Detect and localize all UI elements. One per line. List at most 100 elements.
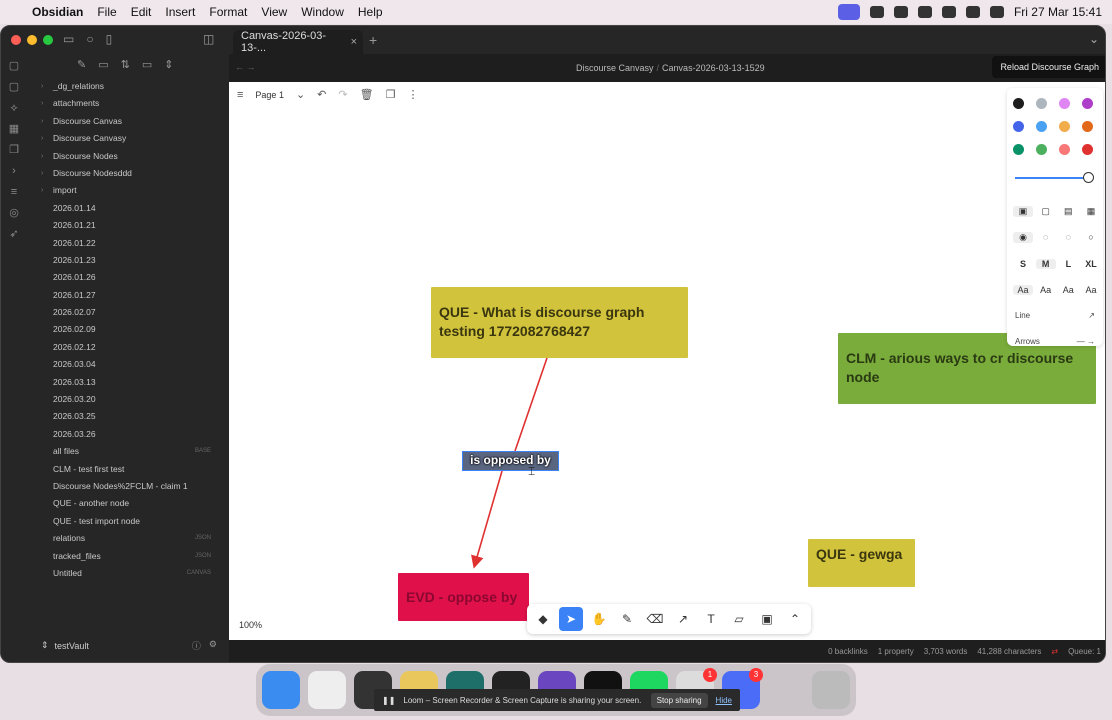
calendar-icon[interactable]: ▢ (8, 60, 20, 72)
menu-format[interactable]: Format (209, 5, 247, 19)
stop-sharing-button[interactable]: Stop sharing (650, 692, 708, 708)
file-item[interactable]: 2026.01.26 (41, 269, 221, 286)
file-item[interactable]: relations JSON (41, 530, 221, 547)
toggle-sidebar-icon[interactable]: ◫ (203, 32, 214, 46)
folder-icon[interactable]: ▭ (63, 32, 74, 46)
draw-tool-icon[interactable]: ✎ (615, 607, 639, 631)
dash-dashed-icon[interactable]: ◌ (1036, 232, 1056, 243)
folder-item[interactable]: › Discourse Canvas (41, 113, 221, 130)
file-item[interactable]: QUE - test import node (41, 513, 221, 530)
folder-item[interactable]: › Discourse Nodesddd (41, 165, 221, 182)
file-item[interactable]: 2026.02.12 (41, 339, 221, 356)
nav-arrows-icon[interactable]: ← → (235, 62, 256, 72)
dash-solid-icon[interactable]: ○ (1081, 232, 1101, 243)
file-item[interactable]: 2026.01.23 (41, 252, 221, 269)
new-note-icon[interactable]: ✎ (77, 58, 86, 71)
image-tool-icon[interactable]: ▣ (755, 607, 779, 631)
breadcrumb-current[interactable]: Canvas-2026-03-13-1529 (662, 63, 765, 73)
battery-icon[interactable] (941, 6, 956, 18)
vault-switcher[interactable]: ⇕ testVault ⓘ ⚙ (41, 639, 217, 652)
discourse-node-tool-icon[interactable]: ◆ (531, 607, 555, 631)
folder-item[interactable]: › _dg_relations (41, 78, 221, 95)
color-swatch[interactable] (1059, 98, 1070, 109)
file-item[interactable]: 2026.03.26 (41, 426, 221, 443)
search-icon[interactable] (989, 6, 1004, 18)
menu-app[interactable]: Obsidian (32, 5, 83, 19)
arrow-tool-icon[interactable]: ↗ (671, 607, 695, 631)
color-swatch[interactable] (1036, 144, 1047, 155)
file-item[interactable]: 2026.02.09 (41, 321, 221, 338)
expand-icon[interactable]: ⇕ (164, 58, 173, 71)
file-item[interactable]: 2026.03.04 (41, 356, 221, 373)
que-node-gewga[interactable]: QUE - gewga (808, 539, 915, 587)
minimize-window-button[interactable] (27, 35, 37, 45)
select-tool-icon[interactable]: ➤ (559, 607, 583, 631)
que-node-main[interactable]: QUE - What is discourse graph testing 17… (431, 287, 688, 358)
screen-share-icon[interactable] (837, 4, 860, 20)
fill-solid-icon[interactable]: ▤ (1058, 206, 1078, 217)
close-window-button[interactable] (11, 35, 21, 45)
bluetooth-icon[interactable] (917, 6, 932, 18)
menu-window[interactable]: Window (301, 5, 344, 19)
color-swatch[interactable] (1082, 121, 1093, 132)
arrows-row[interactable]: Arrows — → (1015, 337, 1095, 346)
size-m[interactable]: M (1035, 259, 1056, 269)
dash-dotted-icon[interactable]: ◌ (1058, 232, 1078, 243)
hand-tool-icon[interactable]: ✋ (587, 607, 611, 631)
tray-icon[interactable] (893, 6, 908, 18)
color-swatch[interactable] (1059, 144, 1070, 155)
search-icon[interactable]: ○ (86, 32, 93, 46)
font-sans[interactable]: Aa (1036, 285, 1056, 295)
copy-icon[interactable]: ❐ (8, 144, 20, 156)
menu-file[interactable]: File (97, 5, 116, 19)
file-item[interactable]: 2026.03.25 (41, 408, 221, 425)
evd-node[interactable]: EVD - oppose by (398, 573, 529, 621)
property-count[interactable]: 1 property (878, 647, 914, 656)
font-mono[interactable]: Aa (1081, 285, 1101, 295)
file-item[interactable]: 2026.03.20 (41, 391, 221, 408)
zoom-level[interactable]: 100% (239, 620, 262, 630)
fill-semi-icon[interactable]: ▢ (1036, 206, 1056, 217)
tray-icon[interactable] (869, 6, 884, 18)
opacity-slider-knob[interactable] (1083, 172, 1094, 183)
file-item[interactable]: 2026.02.07 (41, 304, 221, 321)
collapse-icon[interactable]: ▭ (142, 58, 152, 71)
note-tool-icon[interactable]: ▱ (727, 607, 751, 631)
color-swatch[interactable] (1082, 144, 1093, 155)
tab-list-icon[interactable]: ⌄ (1089, 32, 1099, 46)
help-icon[interactable]: ◎ (8, 207, 20, 219)
menubar-clock[interactable]: Fri 27 Mar 15:41 (1014, 5, 1102, 19)
sort-icon[interactable]: ⇅ (121, 58, 130, 71)
opacity-slider[interactable] (1015, 177, 1093, 179)
gear-icon[interactable]: ⚙ (209, 639, 217, 652)
file-item[interactable]: 2026.01.22 (41, 235, 221, 252)
list-icon[interactable]: ≡ (8, 186, 20, 198)
file-item[interactable]: CLM - test first test (41, 461, 221, 478)
file-icon[interactable]: ▢ (8, 81, 20, 93)
folder-item[interactable]: › Discourse Canvasy (41, 130, 221, 147)
dash-draw-icon[interactable]: ◉ (1013, 232, 1033, 243)
color-swatch[interactable] (1036, 121, 1047, 132)
help-icon[interactable]: ⓘ (192, 639, 201, 652)
folder-item[interactable]: › Discourse Nodes (41, 148, 221, 165)
folder-item[interactable]: › attachments (41, 95, 221, 112)
menu-help[interactable]: Help (358, 5, 383, 19)
color-swatch[interactable] (1082, 98, 1093, 109)
breadcrumb-parent[interactable]: Discourse Canvasy (576, 63, 654, 73)
finder-app-icon[interactable] (262, 671, 300, 709)
file-item[interactable]: QUE - another node (41, 495, 221, 512)
font-draw[interactable]: Aa (1013, 285, 1033, 295)
edge-label[interactable]: is opposed by (462, 451, 559, 471)
line-style-row[interactable]: Line ↗ (1015, 311, 1095, 320)
terminal-icon[interactable]: › (8, 165, 20, 177)
file-item[interactable]: all files BASE (41, 443, 221, 460)
tldraw-canvas[interactable]: ≡ Page 1 ⌄ ↶ ↷ 🗑 ❐ ⋮ QUE - What is disco… (229, 82, 1105, 642)
new-tab-button[interactable]: + (369, 32, 377, 48)
size-xl[interactable]: XL (1081, 259, 1101, 269)
bookmark-icon[interactable]: ▯ (106, 32, 113, 46)
file-item[interactable]: 2026.01.27 (41, 287, 221, 304)
canvas-icon[interactable]: ▦ (8, 123, 20, 135)
more-tools-icon[interactable]: ⌃ (783, 607, 807, 631)
color-swatch[interactable] (1013, 144, 1024, 155)
size-l[interactable]: L (1058, 259, 1078, 269)
